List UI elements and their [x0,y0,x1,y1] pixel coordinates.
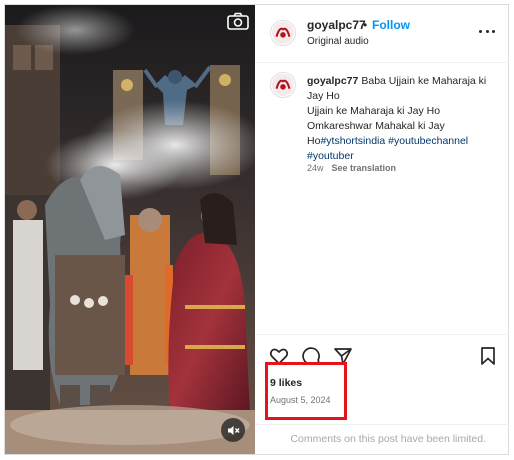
more-options-icon[interactable] [479,27,495,35]
avatar[interactable] [270,20,296,46]
hashtag-youtuber[interactable]: #youtuber [307,150,354,162]
follow-button[interactable]: Follow [372,18,410,32]
caption-line-4: Ho [307,135,321,147]
mute-button[interactable] [221,418,245,442]
post-header: goyalpc77 • Follow Original audio [256,5,509,63]
post-details-panel: goyalpc77 • Follow Original audio goyalp… [256,5,509,454]
post-age[interactable]: 24w [307,163,324,173]
bookmark-icon[interactable] [478,346,498,366]
hashtag-ytshortsindia[interactable]: #ytshortsindia [320,135,385,147]
caption-line-3: Omkareshwar Mahakal ki Jay [307,120,445,132]
instagram-post-window: goyalpc77 • Follow Original audio goyalp… [4,4,509,455]
caption-line-2: Ujjain ke Maharaja ki Jay Ho [307,105,441,117]
caption-avatar[interactable] [270,72,296,98]
comments-notice-bar: Comments on this post have been limited. [256,424,509,454]
action-bar: 9 likes August 5, 2024 [256,334,509,424]
camera-icon[interactable] [227,12,249,30]
caption-section: goyalpc77 Baba Ujjain ke Maharaja ki Jay … [256,63,509,333]
header-username[interactable]: goyalpc77 [307,18,366,32]
audio-label[interactable]: Original audio [307,36,369,47]
see-translation-link[interactable]: See translation [332,163,397,173]
hashtag-youtubechannel[interactable]: #youtubechannel [388,135,468,147]
caption-text: goyalpc77 Baba Ujjain ke Maharaja ki Jay … [307,74,502,164]
avatar-image [271,73,295,97]
caption-meta: 24w See translation [307,163,396,173]
separator-dot: • [363,18,368,32]
video-frame-illustration [5,5,255,454]
mute-icon [227,425,240,435]
post-video[interactable] [5,5,255,454]
avatar-image [271,21,295,45]
caption-username[interactable]: goyalpc77 [307,75,358,87]
comments-limited-notice: Comments on this post have been limited. [290,433,486,445]
highlight-box [265,362,347,420]
